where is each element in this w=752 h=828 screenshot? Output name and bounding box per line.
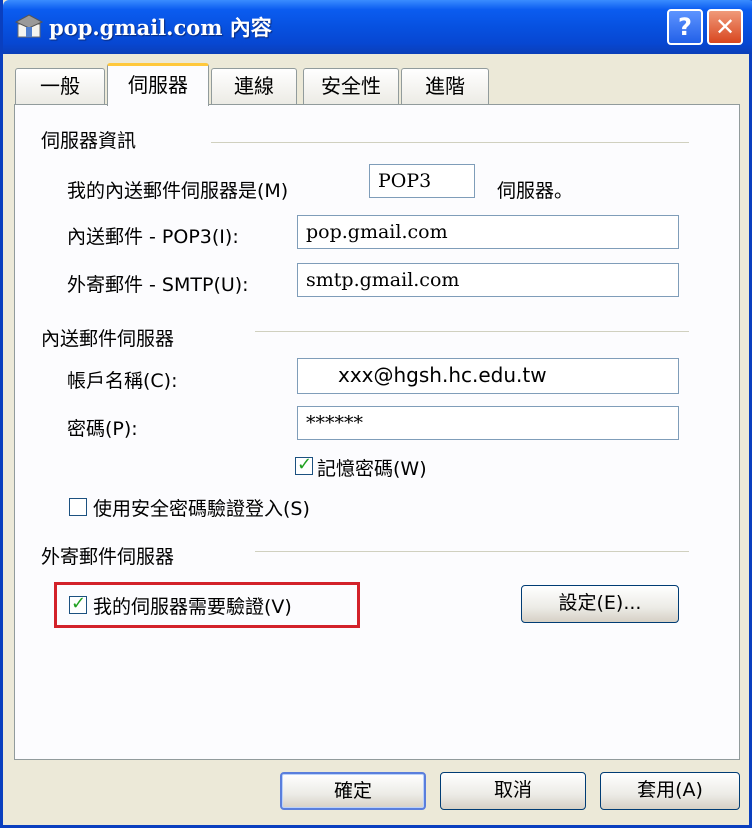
tab-advanced[interactable]: 進階: [401, 68, 489, 104]
password-label: 密碼(P):: [67, 418, 138, 440]
checkmark-icon: ✓: [71, 593, 87, 614]
server-suffix-label: 伺服器。: [497, 180, 574, 202]
group-divider: [211, 142, 689, 143]
smtp-server-input[interactable]: smtp.gmail.com: [297, 263, 679, 297]
close-button[interactable]: ✕: [707, 9, 743, 45]
cancel-button[interactable]: 取消: [440, 772, 586, 810]
password-input[interactable]: ******: [297, 406, 679, 440]
smtp-label: 外寄郵件 - SMTP(U):: [67, 274, 249, 296]
settings-button[interactable]: 設定(E)...: [521, 585, 679, 623]
incoming-server-type-field[interactable]: POP3: [369, 164, 475, 198]
spa-checkbox[interactable]: [69, 498, 87, 516]
account-name-input[interactable]: xxx@hgsh.hc.edu.tw: [297, 358, 679, 394]
remember-password-label[interactable]: 記憶密碼(W): [317, 454, 427, 481]
requires-auth-label[interactable]: 我的伺服器需要驗證(V): [93, 592, 292, 619]
group-divider: [255, 331, 689, 332]
mail-account-icon: [15, 14, 43, 38]
remember-password-checkbox[interactable]: ✓: [295, 454, 313, 475]
ok-button[interactable]: 確定: [280, 772, 426, 810]
requires-auth-checkbox[interactable]: ✓: [69, 593, 87, 614]
pop3-label: 內送郵件 - POP3(I):: [67, 226, 239, 248]
pop3-server-input[interactable]: pop.gmail.com: [297, 215, 679, 249]
title-bar[interactable]: pop.gmail.com 內容 ? ✕: [3, 0, 752, 54]
account-name-label: 帳戶名稱(C):: [67, 370, 178, 392]
tab-connection[interactable]: 連線: [211, 68, 297, 104]
server-info-group-title: 伺服器資訊: [41, 130, 137, 152]
tab-general[interactable]: 一般: [15, 68, 105, 104]
outgoing-server-group-title: 外寄郵件伺服器: [41, 546, 175, 568]
checkmark-icon: ✓: [297, 454, 313, 475]
tab-security[interactable]: 安全性: [303, 68, 399, 104]
properties-dialog: pop.gmail.com 內容 ? ✕ 一般 伺服器 連線 安全性 進階 伺服…: [0, 0, 752, 828]
apply-button[interactable]: 套用(A): [600, 772, 740, 810]
help-button[interactable]: ?: [667, 9, 703, 45]
group-divider: [255, 551, 689, 552]
window-title: pop.gmail.com 內容: [49, 15, 272, 40]
incoming-server-group-title: 內送郵件伺服器: [41, 328, 175, 350]
tab-servers[interactable]: 伺服器: [107, 63, 209, 106]
incoming-type-label: 我的內送郵件伺服器是(M): [67, 180, 289, 202]
spa-label[interactable]: 使用安全密碼驗證登入(S): [93, 494, 310, 521]
